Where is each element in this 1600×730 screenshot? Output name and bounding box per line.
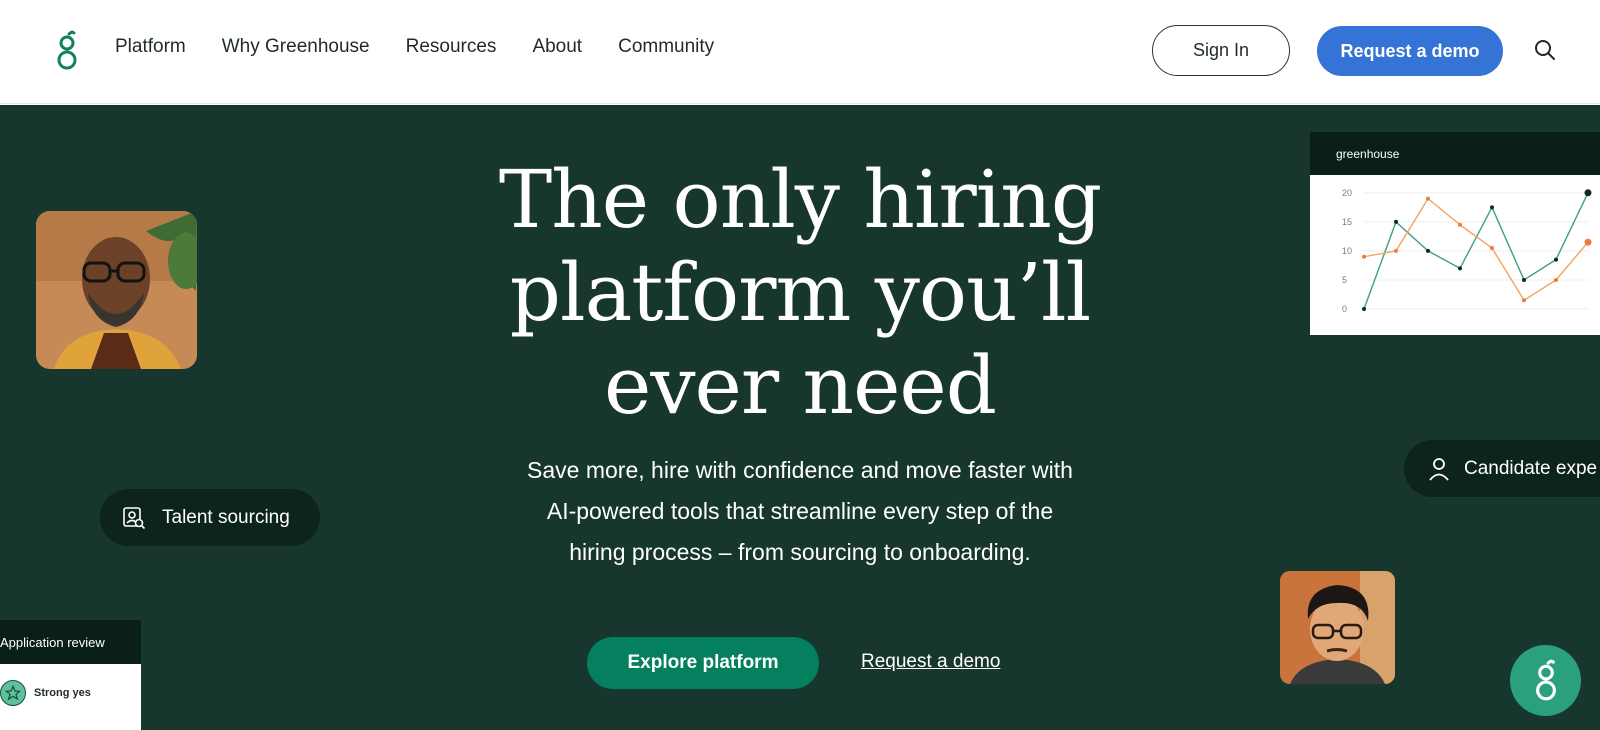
chart-y-tick-label: 10 <box>1342 246 1352 256</box>
chart-card-header: greenhouse <box>1310 132 1600 175</box>
chart-point <box>1458 222 1462 227</box>
top-nav: Platform Why Greenhouse Resources About … <box>0 0 1600 104</box>
chart-point <box>1584 189 1592 197</box>
hero-headline: The only hiring platform you’ll ever nee… <box>440 153 1160 432</box>
nav-link-why-greenhouse[interactable]: Why Greenhouse <box>222 36 370 58</box>
nav-link-platform[interactable]: Platform <box>115 36 186 58</box>
headline-line-3: ever need <box>604 339 997 432</box>
sign-in-button[interactable]: Sign In <box>1152 25 1290 76</box>
chart-point <box>1426 248 1430 253</box>
chart-point <box>1394 248 1398 253</box>
greenhouse-logo[interactable] <box>54 30 80 72</box>
chart-point <box>1490 246 1494 250</box>
candidate-experience-label: Candidate expe <box>1464 457 1598 479</box>
person-icon <box>1429 457 1449 481</box>
talent-sourcing-label: Talent sourcing <box>162 506 290 528</box>
chat-launcher-button[interactable] <box>1510 645 1581 716</box>
request-demo-button[interactable]: Request a demo <box>1317 26 1503 76</box>
chart-series-line-2 <box>1363 197 1589 302</box>
chart-point <box>1490 205 1494 210</box>
review-card-title: Application review <box>0 620 141 664</box>
chart-point <box>1554 257 1558 262</box>
person-photo-1 <box>36 211 197 369</box>
chart-point <box>1426 196 1430 201</box>
chart-y-tick-label: 15 <box>1342 217 1352 227</box>
subtitle-line-1: Save more, hire with confidence and move… <box>527 457 1073 483</box>
request-demo-link[interactable]: Request a demo <box>861 651 1000 673</box>
nav-link-community[interactable]: Community <box>618 36 714 58</box>
subtitle-line-2: AI-powered tools that streamline every s… <box>546 498 1054 524</box>
chart-y-tick-label: 5 <box>1342 275 1347 285</box>
chart-point <box>1362 307 1366 311</box>
profile-search-icon <box>123 506 146 529</box>
nav-links: Platform Why Greenhouse Resources About … <box>115 36 714 58</box>
chart-point <box>1522 277 1526 282</box>
review-rating-row: Strong yes <box>0 664 141 706</box>
nav-link-about[interactable]: About <box>532 36 582 58</box>
subtitle-line-3: hiring process – from sourcing to onboar… <box>569 539 1031 565</box>
star-icon <box>0 680 26 706</box>
review-rating-label: Strong yes <box>34 687 91 699</box>
chart-y-tick-label: 20 <box>1342 188 1352 198</box>
headline-line-2: platform you’ll <box>509 246 1091 339</box>
chart-point <box>1394 219 1398 224</box>
chart-point <box>1522 298 1526 303</box>
hero-subtitle: Save more, hire with confidence and move… <box>480 450 1120 573</box>
person-photo-2 <box>1280 571 1395 684</box>
chart-point <box>1584 238 1592 246</box>
headline-line-1: The only hiring <box>498 153 1102 246</box>
chart-point <box>1554 277 1558 282</box>
application-review-card: Application review Strong yes <box>0 620 141 730</box>
chart-card-brand: greenhouse <box>1336 146 1400 161</box>
search-icon[interactable] <box>1533 38 1557 62</box>
chart-y-tick-label: 0 <box>1342 304 1347 314</box>
greenhouse-chat-icon <box>1535 659 1556 700</box>
talent-sourcing-pill: Talent sourcing <box>100 489 320 546</box>
nav-link-resources[interactable]: Resources <box>406 36 497 58</box>
line-chart: 0 5 10 15 20 <box>1342 188 1592 314</box>
explore-platform-button[interactable]: Explore platform <box>587 637 819 689</box>
chart-point <box>1362 254 1366 259</box>
hero-section: The only hiring platform you’ll ever nee… <box>0 105 1600 730</box>
chart-point <box>1458 266 1462 271</box>
analytics-chart-card: greenhouse 0 5 10 15 20 <box>1310 132 1600 335</box>
candidate-experience-pill: Candidate expe <box>1404 440 1600 497</box>
